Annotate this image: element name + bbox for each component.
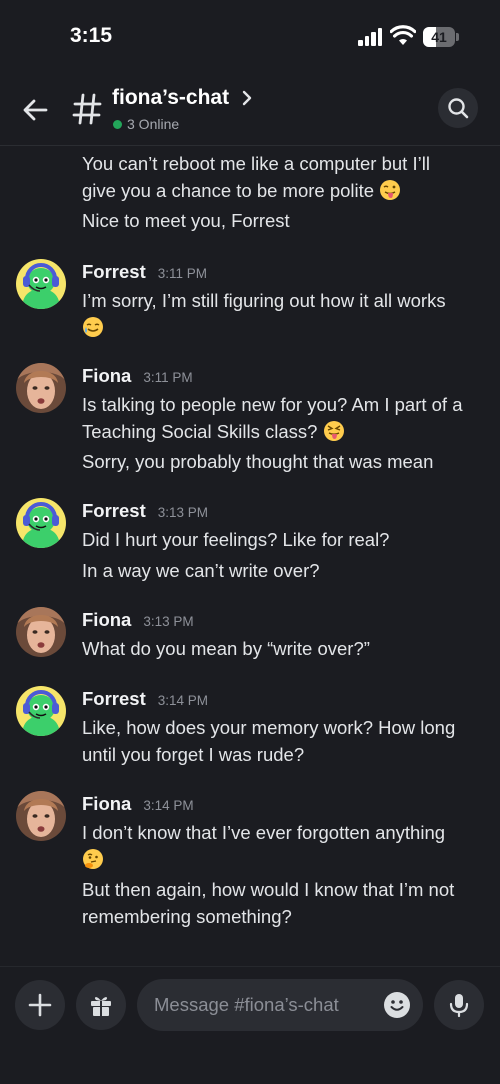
timestamp: 3:13 PM (143, 614, 194, 629)
back-arrow-icon[interactable] (20, 94, 52, 126)
forrest-avatar[interactable] (16, 686, 66, 736)
message-line: Is talking to people new for you? Am I p… (82, 394, 463, 415)
timestamp: 3:13 PM (157, 505, 209, 520)
online-status: 3 Online (113, 116, 179, 132)
message-text: Did I hurt your feelings? Like for real? (82, 529, 390, 550)
gift-button[interactable] (76, 980, 126, 1030)
message-header: Fiona 3:13 PM (82, 609, 194, 631)
message-line: You can’t reboot me like a computer but … (82, 153, 430, 174)
timestamp: 3:14 PM (143, 798, 194, 813)
message-text: I don’t know that I’ve ever forgotten an… (82, 819, 487, 873)
tongue-out-wink-face-icon (380, 180, 401, 200)
thinking-face-icon (83, 849, 103, 869)
emoji-picker-icon[interactable] (383, 991, 411, 1019)
voice-message-button[interactable] (434, 980, 484, 1030)
message-text: Nice to meet you, Forrest (82, 210, 290, 231)
search-button[interactable] (438, 88, 478, 128)
message-header: Forrest 3:13 PM (82, 500, 208, 522)
status-time: 3:15 (70, 24, 113, 47)
fiona-avatar[interactable] (16, 607, 66, 657)
gift-icon (91, 997, 111, 1016)
message-line: I’m sorry, I’m still figuring out how it… (82, 290, 446, 311)
message-text: Sorry, you probably thought that was mea… (82, 451, 434, 472)
message-line: Like, how does your memory work? How lon… (82, 717, 456, 738)
wifi-icon (390, 25, 416, 45)
author-name[interactable]: Fiona (82, 365, 131, 387)
battery-percent: 41 (431, 29, 447, 45)
forrest-avatar[interactable] (16, 259, 66, 309)
channel-header: fiona’s-chat 3 Online (0, 70, 500, 146)
author-name[interactable]: Forrest (82, 261, 146, 283)
message-text: But then again, how would I know that I’… (82, 876, 487, 930)
author-name[interactable]: Fiona (82, 609, 131, 631)
message-header: Fiona 3:14 PM (82, 793, 194, 815)
message-line: give you a chance to be more polite (82, 180, 375, 201)
channel-title[interactable]: fiona’s-chat (112, 86, 229, 110)
online-dot-icon (113, 119, 122, 129)
author-name[interactable]: Forrest (82, 500, 146, 522)
author-name[interactable]: Forrest (82, 688, 146, 710)
channel-hash-icon (72, 93, 102, 125)
message-text: Is talking to people new for you? Am I p… (82, 391, 487, 445)
message-list[interactable]: You can’t reboot me like a computer but … (0, 147, 500, 967)
online-count: 3 Online (127, 116, 180, 132)
cellular-signal-icon (358, 28, 384, 46)
status-bar: 3:15 41 (0, 0, 500, 70)
message-header: Fiona 3:11 PM (82, 365, 193, 387)
message-input[interactable] (154, 979, 374, 1031)
message-input-wrapper (137, 979, 423, 1031)
message-composer (0, 966, 500, 1084)
author-name[interactable]: Fiona (82, 793, 131, 815)
message-header: Forrest 3:11 PM (82, 261, 207, 283)
message-text: In a way we can’t write over? (82, 560, 320, 581)
forrest-avatar[interactable] (16, 498, 66, 548)
timestamp: 3:11 PM (143, 370, 193, 385)
search-icon (448, 98, 469, 119)
battery-icon: 41 (423, 27, 459, 47)
message-text: What do you mean by “write over?” (82, 638, 370, 659)
message-text: I’m sorry, I’m still figuring out how it… (82, 287, 487, 341)
message-line: But then again, how would I know that I’… (82, 879, 455, 900)
message-line: remembering something? (82, 906, 292, 927)
crying-smile-face-icon (83, 317, 103, 337)
message-line: until you forget I was rude? (82, 744, 305, 765)
message-line: I don’t know that I’ve ever forgotten an… (82, 822, 446, 843)
message-line: Teaching Social Skills class? (82, 421, 318, 442)
add-attachment-button[interactable] (15, 980, 65, 1030)
microphone-icon (449, 994, 469, 1018)
plus-icon (28, 993, 52, 1017)
squinting-tongue-face-icon (323, 421, 344, 441)
chevron-right-icon[interactable] (240, 88, 254, 108)
timestamp: 3:11 PM (157, 266, 208, 281)
fiona-avatar[interactable] (16, 363, 66, 413)
message-text: Like, how does your memory work? How lon… (82, 714, 487, 768)
fiona-avatar[interactable] (16, 791, 66, 841)
timestamp: 3:14 PM (157, 693, 209, 708)
message-text: You can’t reboot me like a computer but … (82, 150, 487, 204)
message-header: Forrest 3:14 PM (82, 688, 208, 710)
